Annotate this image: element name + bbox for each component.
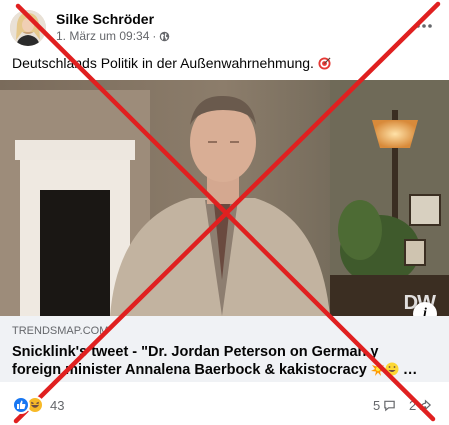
- more-options-icon[interactable]: [414, 16, 434, 36]
- globe-icon[interactable]: [159, 31, 170, 42]
- link-title[interactable]: Snicklink's tweet - "Dr. Jordan Peterson…: [12, 343, 442, 379]
- post-date[interactable]: 1. März um 09:34: [56, 29, 149, 43]
- date-separator: ·: [152, 29, 157, 43]
- shares-count[interactable]: 2: [409, 398, 432, 413]
- link-preview[interactable]: TRENDSMAP.COM Snicklink's tweet - "Dr. J…: [0, 316, 449, 382]
- comments-count[interactable]: 5: [373, 398, 396, 413]
- reactions-summary[interactable]: 43: [12, 396, 64, 414]
- link-title-line1: Snicklink's tweet - "Dr. Jordan Peterson…: [12, 344, 379, 360]
- post-meta: 1. März um 09:34 ·: [56, 29, 170, 43]
- facebook-post: Silke Schröder 1. März um 09:34 · Deutsc…: [0, 0, 449, 425]
- comment-count-value: 5: [373, 398, 381, 413]
- post-footer: 43 5 2: [0, 390, 449, 420]
- video-thumbnail[interactable]: DW: [0, 80, 449, 316]
- like-reaction-icon: [12, 396, 30, 414]
- post-text: Deutschlands Politik in der Außenwahrneh…: [12, 55, 331, 71]
- link-domain: TRENDSMAP.COM: [12, 325, 109, 337]
- share-count-value: 2: [409, 398, 417, 413]
- rofl-emoji-icon: [385, 362, 399, 376]
- reaction-count: 43: [50, 397, 65, 413]
- post-text-content: Deutschlands Politik in der Außenwahrneh…: [12, 55, 314, 71]
- share-icon: [420, 399, 432, 411]
- post-header: Silke Schröder 1. März um 09:34 ·: [10, 10, 440, 46]
- comment-icon: [384, 400, 395, 412]
- video-still-image: [0, 80, 449, 316]
- link-title-line2: foreign minister Annalena Baerbock & kak…: [12, 361, 442, 379]
- link-title-line2-text: foreign minister Annalena Baerbock & kak…: [12, 362, 367, 378]
- collision-emoji-icon: [370, 362, 385, 376]
- target-emoji-icon: [318, 57, 331, 70]
- author-name[interactable]: Silke Schröder: [56, 11, 154, 27]
- link-title-ellipsis: …: [398, 362, 418, 378]
- avatar[interactable]: [10, 10, 46, 46]
